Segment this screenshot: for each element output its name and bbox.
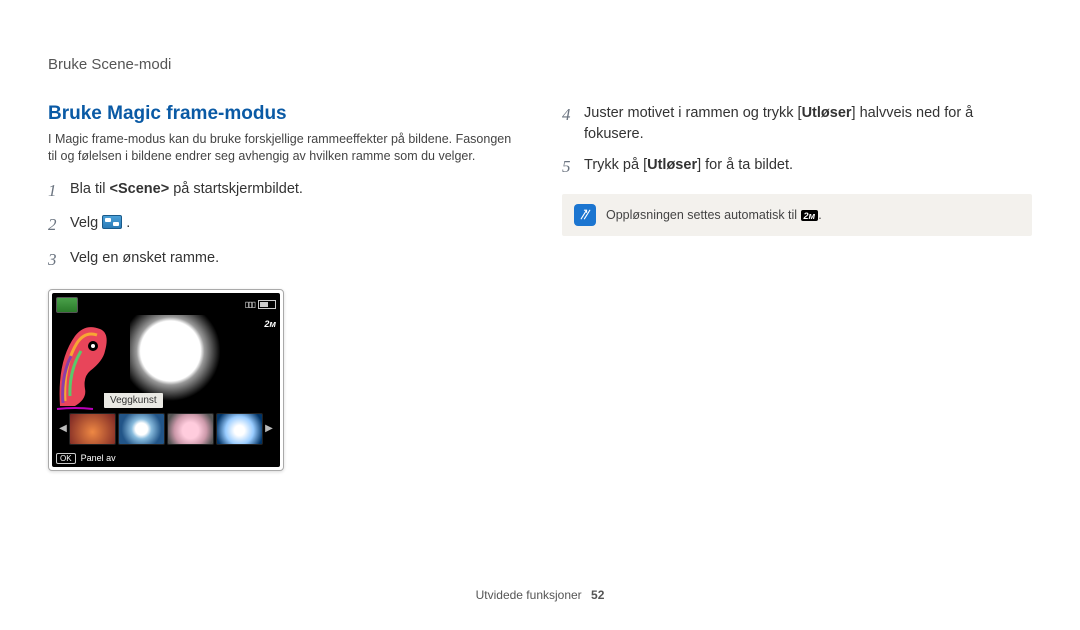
- preview-glow: [130, 315, 220, 405]
- battery-icon: [258, 300, 276, 309]
- strip-left-arrow: ◀: [59, 411, 67, 447]
- page-number: 52: [591, 588, 604, 602]
- frame-thumb: [69, 413, 116, 445]
- step-text: Velg en ønsket ramme.: [70, 248, 219, 269]
- frame-thumb: [216, 413, 263, 445]
- section-heading: Bruke Magic frame-modus: [48, 103, 518, 125]
- step-text: Bla til <Scene> på startskjermbildet.: [70, 179, 303, 200]
- step-text: Trykk på [Utløser] for å ta bildet.: [584, 155, 793, 176]
- strip-right-arrow: ▶: [265, 411, 273, 447]
- frame-mode-icon: [102, 215, 122, 229]
- info-icon: [574, 204, 596, 226]
- steps-list-left: 1 Bla til <Scene> på startskjermbildet. …: [48, 179, 518, 273]
- screenshot-inner: ▯▯▯ 2ᴍ Vegg: [52, 293, 280, 467]
- footer-label: Utvidede funksjoner: [476, 588, 582, 602]
- step-1: 1 Bla til <Scene> på startskjermbildet.: [48, 179, 518, 204]
- step-number: 5: [562, 155, 584, 180]
- steps-list-right: 4 Juster motivet i rammen og trykk [Utlø…: [562, 103, 1032, 180]
- bars-icon: ▯▯▯: [245, 300, 255, 309]
- screenshot-topbar: ▯▯▯: [56, 297, 276, 313]
- frame-thumb: [167, 413, 214, 445]
- resolution-badge: 2ᴍ: [264, 319, 276, 329]
- ok-badge: OK: [56, 453, 76, 464]
- panel-label: Panel av: [81, 453, 116, 463]
- left-column: Bruke Magic frame-modus I Magic frame-mo…: [48, 103, 518, 471]
- info-note: Oppløsningen settes automatisk til 2ᴍ.: [562, 194, 1032, 236]
- breadcrumb: Bruke Scene-modi: [48, 56, 1032, 73]
- thumbnail-strip: ◀ ▶: [55, 411, 277, 447]
- step-number: 3: [48, 248, 70, 273]
- step-number: 4: [562, 103, 584, 128]
- content-columns: Bruke Magic frame-modus I Magic frame-mo…: [48, 103, 1032, 471]
- frame-label-tag: Veggkunst: [104, 393, 163, 408]
- mode-thumbnail: [56, 297, 78, 313]
- step-number: 1: [48, 179, 70, 204]
- note-text: Oppløsningen settes automatisk til 2ᴍ.: [606, 208, 822, 222]
- step-4: 4 Juster motivet i rammen og trykk [Utlø…: [562, 103, 1032, 145]
- status-icons: ▯▯▯: [245, 297, 276, 313]
- step-text: Velg .: [70, 213, 130, 234]
- page-footer: Utvidede funksjoner 52: [0, 588, 1080, 602]
- step-number: 2: [48, 213, 70, 238]
- camera-screenshot: ▯▯▯ 2ᴍ Vegg: [48, 289, 284, 471]
- screenshot-bottombar: OK Panel av: [56, 453, 116, 464]
- intro-paragraph: I Magic frame-modus kan du bruke forskje…: [48, 131, 518, 165]
- frame-thumb: [118, 413, 165, 445]
- step-2: 2 Velg .: [48, 213, 518, 238]
- step-text: Juster motivet i rammen og trykk [Utløse…: [584, 103, 1032, 145]
- right-column: 4 Juster motivet i rammen og trykk [Utlø…: [562, 103, 1032, 471]
- resolution-chip: 2ᴍ: [801, 210, 819, 221]
- step-3: 3 Velg en ønsket ramme.: [48, 248, 518, 273]
- step-5: 5 Trykk på [Utløser] for å ta bildet.: [562, 155, 1032, 180]
